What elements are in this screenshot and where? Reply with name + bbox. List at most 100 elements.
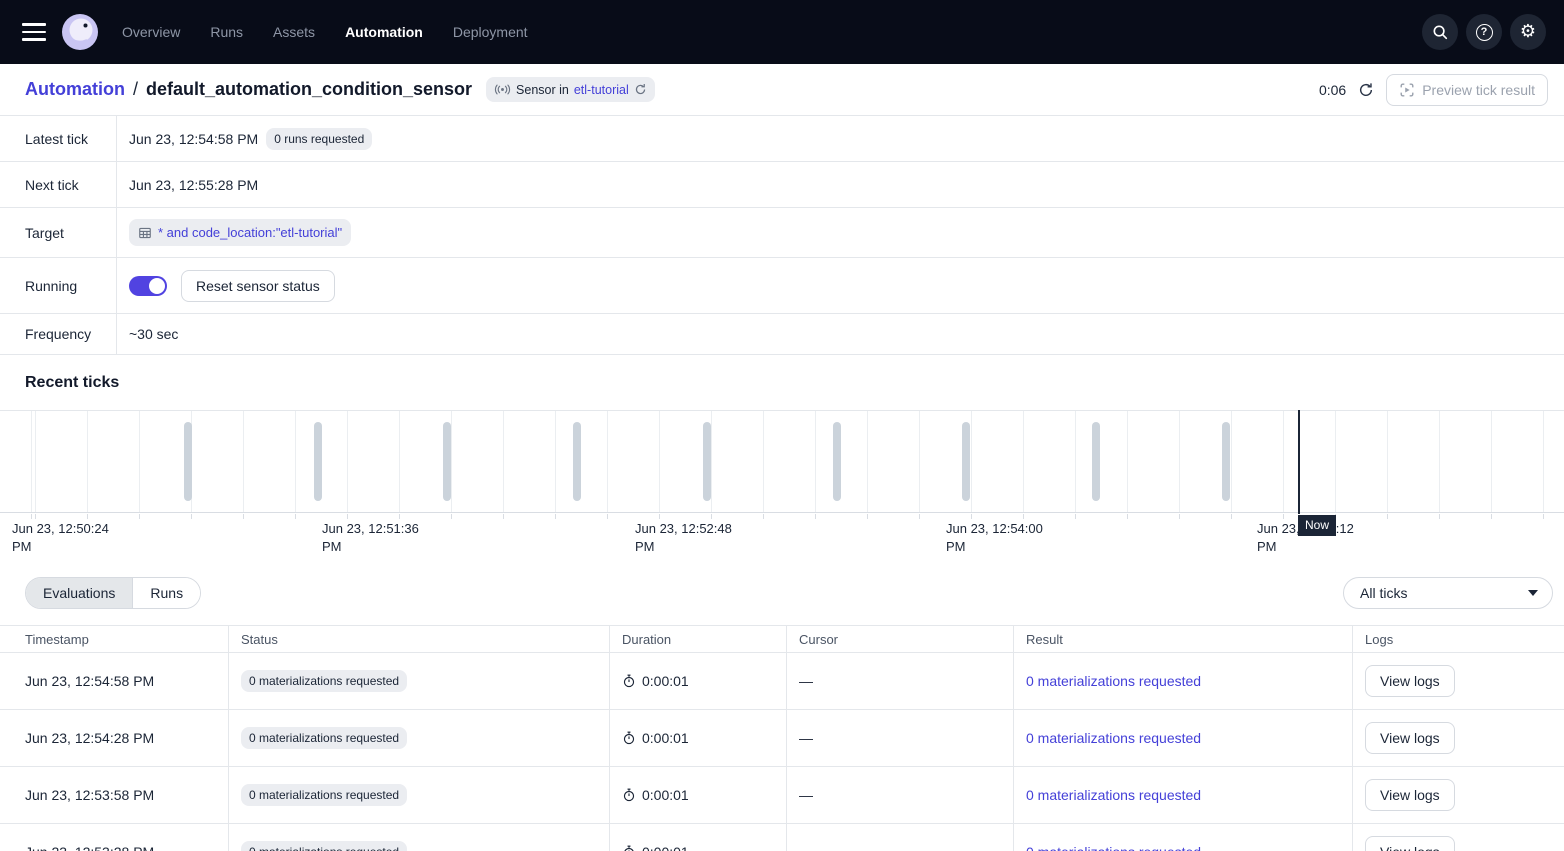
view-logs-button[interactable]: View logs bbox=[1365, 722, 1455, 754]
detail-row-target: Target * and code_location:"etl-tutorial… bbox=[0, 208, 1564, 258]
cell-timestamp: Jun 23, 12:54:58 PM bbox=[0, 653, 229, 709]
axis-label: Jun 23, 12:52:48 PM bbox=[635, 520, 745, 556]
menu-icon[interactable] bbox=[22, 23, 46, 41]
tick-bar[interactable] bbox=[1092, 422, 1100, 501]
cell-timestamp: Jun 23, 12:53:58 PM bbox=[0, 767, 229, 823]
result-link[interactable]: 0 materializations requested bbox=[1026, 673, 1201, 689]
tab-runs[interactable]: Runs bbox=[132, 578, 200, 608]
cell-duration: 0:00:01 bbox=[642, 730, 689, 746]
stopwatch-icon bbox=[622, 674, 636, 688]
cell-timestamp: Jun 23, 12:54:28 PM bbox=[0, 710, 229, 766]
view-logs-button[interactable]: View logs bbox=[1365, 836, 1455, 851]
page-header: Automation / default_automation_conditio… bbox=[0, 64, 1564, 116]
sensor-details: Latest tick Jun 23, 12:54:58 PM 0 runs r… bbox=[0, 116, 1564, 355]
preview-tick-result-button[interactable]: Preview tick result bbox=[1386, 74, 1548, 106]
stopwatch-icon bbox=[622, 788, 636, 802]
breadcrumb-separator: / bbox=[133, 79, 138, 100]
tick-bar[interactable] bbox=[184, 422, 192, 501]
dagster-logo-icon[interactable] bbox=[62, 14, 98, 50]
top-nav: Overview Runs Assets Automation Deployme… bbox=[0, 0, 1564, 64]
table-row: Jun 23, 12:54:58 PM 0 materializations r… bbox=[0, 653, 1564, 710]
timeline-plot bbox=[0, 410, 1564, 513]
search-icon bbox=[1431, 23, 1449, 41]
preview-icon bbox=[1399, 82, 1415, 98]
nav-item-deployment[interactable]: Deployment bbox=[453, 24, 528, 40]
detail-row-latest-tick: Latest tick Jun 23, 12:54:58 PM 0 runs r… bbox=[0, 116, 1564, 162]
latest-tick-value: Jun 23, 12:54:58 PM bbox=[129, 131, 258, 147]
sensor-icon bbox=[494, 84, 511, 95]
sensor-badge-label: Sensor in bbox=[516, 83, 569, 97]
result-link[interactable]: 0 materializations requested bbox=[1026, 844, 1201, 851]
settings-button[interactable]: ⚙ bbox=[1510, 14, 1546, 50]
tick-bar[interactable] bbox=[573, 422, 581, 501]
nav-item-runs[interactable]: Runs bbox=[210, 24, 243, 40]
view-logs-button[interactable]: View logs bbox=[1365, 665, 1455, 697]
cell-cursor: — bbox=[787, 767, 1014, 823]
detail-label: Next tick bbox=[0, 162, 117, 207]
asset-selection-chip[interactable]: * and code_location:"etl-tutorial" bbox=[129, 219, 351, 246]
table-row: Jun 23, 12:53:58 PM 0 materializations r… bbox=[0, 767, 1564, 824]
tick-filter-select[interactable]: All ticks bbox=[1343, 577, 1553, 609]
nav-item-assets[interactable]: Assets bbox=[273, 24, 315, 40]
help-button[interactable]: ? bbox=[1466, 14, 1502, 50]
frequency-value: ~30 sec bbox=[129, 326, 178, 342]
gear-icon: ⚙ bbox=[1520, 23, 1536, 41]
status-badge: 0 materializations requested bbox=[241, 784, 407, 806]
tick-bar[interactable] bbox=[833, 422, 841, 501]
evaluations-table: Timestamp Status Duration Cursor Result … bbox=[0, 625, 1564, 851]
tick-bar[interactable] bbox=[314, 422, 322, 501]
axis-label: Jun 23, 12:51:36 PM bbox=[322, 520, 432, 556]
running-toggle[interactable] bbox=[129, 276, 167, 296]
nav-item-overview[interactable]: Overview bbox=[122, 24, 180, 40]
status-badge: 0 materializations requested bbox=[241, 727, 407, 749]
axis-label: Jun 23, 12:54:00 PM bbox=[946, 520, 1056, 556]
tab-evaluations[interactable]: Evaluations bbox=[26, 578, 132, 608]
ticks-controls: Evaluations Runs All ticks bbox=[0, 560, 1564, 625]
refresh-button[interactable] bbox=[1358, 82, 1374, 98]
detail-label: Target bbox=[0, 208, 117, 257]
tick-bar[interactable] bbox=[962, 422, 970, 501]
nav-item-automation[interactable]: Automation bbox=[345, 24, 423, 40]
result-link[interactable]: 0 materializations requested bbox=[1026, 787, 1201, 803]
tick-bar[interactable] bbox=[443, 422, 451, 501]
result-link[interactable]: 0 materializations requested bbox=[1026, 730, 1201, 746]
code-location-link[interactable]: etl-tutorial bbox=[574, 83, 629, 97]
detail-row-frequency: Frequency ~30 sec bbox=[0, 314, 1564, 355]
runs-requested-badge: 0 runs requested bbox=[266, 128, 372, 150]
cell-duration: 0:00:01 bbox=[642, 673, 689, 689]
detail-row-next-tick: Next tick Jun 23, 12:55:28 PM bbox=[0, 162, 1564, 208]
cell-cursor: — bbox=[787, 824, 1014, 851]
stopwatch-icon bbox=[622, 731, 636, 745]
reload-location-icon[interactable] bbox=[634, 83, 647, 96]
col-header-logs: Logs bbox=[1353, 626, 1564, 652]
detail-label: Frequency bbox=[0, 314, 117, 354]
breadcrumb-automation-link[interactable]: Automation bbox=[25, 79, 125, 100]
table-header-row: Timestamp Status Duration Cursor Result … bbox=[0, 626, 1564, 653]
view-logs-button[interactable]: View logs bbox=[1365, 779, 1455, 811]
next-tick-value: Jun 23, 12:55:28 PM bbox=[129, 177, 258, 193]
now-badge: Now bbox=[1298, 515, 1336, 536]
detail-label: Running bbox=[0, 258, 117, 313]
page-title: default_automation_condition_sensor bbox=[146, 79, 472, 100]
reset-sensor-status-button[interactable]: Reset sensor status bbox=[181, 270, 335, 302]
chevron-down-icon bbox=[1528, 590, 1538, 596]
tick-countdown: 0:06 bbox=[1319, 82, 1346, 98]
asset-table-icon bbox=[138, 226, 152, 240]
col-header-status: Status bbox=[229, 626, 610, 652]
detail-label: Latest tick bbox=[0, 116, 117, 161]
col-header-cursor: Cursor bbox=[787, 626, 1014, 652]
detail-row-running: Running Reset sensor status bbox=[0, 258, 1564, 314]
recent-ticks-title: Recent ticks bbox=[0, 355, 1564, 410]
search-button[interactable] bbox=[1422, 14, 1458, 50]
tick-bar[interactable] bbox=[1222, 422, 1230, 501]
stopwatch-icon bbox=[622, 845, 636, 851]
recent-ticks-timeline: Jun 23, 12:50:24 PMJun 23, 12:51:36 PMJu… bbox=[0, 410, 1564, 560]
status-badge: 0 materializations requested bbox=[241, 670, 407, 692]
tick-bar[interactable] bbox=[703, 422, 711, 501]
col-header-result: Result bbox=[1014, 626, 1353, 652]
table-row: Jun 23, 12:54:28 PM 0 materializations r… bbox=[0, 710, 1564, 767]
cell-cursor: — bbox=[787, 710, 1014, 766]
col-header-timestamp: Timestamp bbox=[0, 626, 229, 652]
refresh-icon bbox=[1358, 82, 1374, 98]
status-badge: 0 materializations requested bbox=[241, 841, 407, 851]
